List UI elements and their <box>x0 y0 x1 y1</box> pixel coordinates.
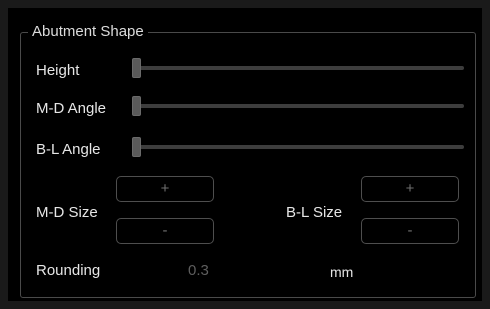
rounding-value[interactable]: 0.3 <box>188 262 209 280</box>
md-size-increase-button[interactable]: + <box>116 176 214 202</box>
rounding-label: Rounding <box>36 262 101 279</box>
bl-size-increase-button[interactable]: + <box>361 176 459 202</box>
bl-size-label: B-L Size <box>286 204 343 221</box>
rounding-unit: mm <box>330 264 354 280</box>
height-slider-thumb[interactable] <box>132 58 141 78</box>
bl-angle-label: B-L Angle <box>36 141 101 158</box>
md-size-decrease-button[interactable]: - <box>116 218 214 244</box>
height-label: Height <box>36 62 80 79</box>
md-angle-slider[interactable] <box>132 96 464 116</box>
bl-angle-slider[interactable] <box>132 137 464 157</box>
bl-angle-slider-track[interactable] <box>132 145 464 149</box>
md-angle-slider-thumb[interactable] <box>132 96 141 116</box>
abutment-shape-panel: Abutment Shape Height M-D Angle B-L Angl… <box>8 8 482 301</box>
bl-size-decrease-button[interactable]: - <box>361 218 459 244</box>
md-size-label: M-D Size <box>36 204 98 221</box>
height-slider-track[interactable] <box>132 66 464 70</box>
group-title: Abutment Shape <box>28 23 148 41</box>
md-angle-label: M-D Angle <box>36 100 107 117</box>
md-angle-slider-track[interactable] <box>132 104 464 108</box>
bl-angle-slider-thumb[interactable] <box>132 137 141 157</box>
height-slider[interactable] <box>132 58 464 78</box>
